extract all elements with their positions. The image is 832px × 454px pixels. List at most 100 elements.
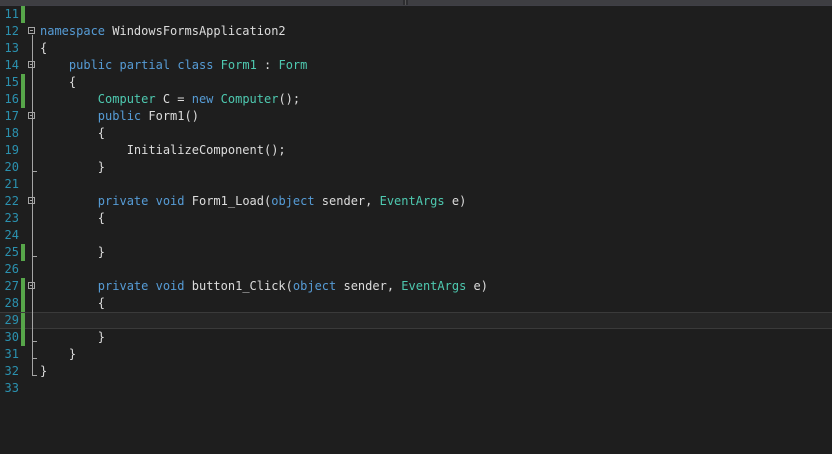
text-token: { (40, 75, 77, 89)
line-number: 28 (4, 296, 19, 310)
code-line[interactable]: 12 namespace WindowsFormsApplication2 (0, 23, 832, 40)
code-line[interactable]: 27 private void button1_Click(object sen… (0, 278, 832, 295)
change-indicator (21, 295, 25, 312)
text-token: { (40, 211, 106, 225)
code-line[interactable]: 16 Computer C = new Computer(); (0, 91, 832, 108)
outline-guide-end (32, 375, 37, 376)
text-token: Form1() (141, 109, 199, 123)
line-number: 27 (4, 279, 19, 293)
type-token: Form (278, 58, 308, 72)
code-line[interactable]: 30 } (0, 329, 832, 346)
code-line[interactable]: 13 { (0, 40, 832, 57)
change-indicator (21, 278, 25, 295)
code-line[interactable]: 20 } (0, 159, 832, 176)
current-line[interactable]: 29 (0, 312, 832, 330)
code-line[interactable]: 33 (0, 380, 832, 397)
text-token: sender, (314, 194, 380, 208)
text-token: button1_Click( (184, 279, 293, 293)
text-token: sender, (336, 279, 402, 293)
code-text: { (40, 40, 47, 57)
code-line[interactable]: 19 InitializeComponent(); (0, 142, 832, 159)
outline-guide-end (32, 171, 37, 172)
code-text: { (40, 125, 105, 142)
keyword-token: public (68, 58, 113, 72)
type-token: Form1 (220, 58, 257, 72)
code-text: private void Form1_Load(object sender, E… (40, 193, 467, 210)
line-number: 11 (4, 7, 19, 21)
code-line[interactable]: 26 (0, 261, 832, 278)
text-token: } (40, 364, 48, 378)
line-number: 20 (4, 160, 19, 174)
code-text: public partial class Form1 : Form (40, 57, 307, 74)
text-token: } (40, 347, 77, 361)
code-line[interactable]: 18 { (0, 125, 832, 142)
line-number: 17 (4, 109, 19, 123)
code-text: InitializeComponent(); (40, 142, 286, 159)
code-text: } (40, 363, 47, 380)
change-indicator (21, 313, 25, 330)
keyword-token: new (191, 92, 214, 106)
line-number: 24 (4, 228, 19, 242)
code-text: public Form1() (40, 108, 199, 125)
code-line[interactable]: 21 (0, 176, 832, 193)
outline-guide (32, 205, 33, 256)
line-number: 29 (4, 313, 19, 327)
text-token: (); (278, 92, 301, 106)
line-number: 22 (4, 194, 19, 208)
document-tab-right[interactable] (408, 0, 832, 5)
line-number: 32 (4, 364, 19, 378)
line-number: 18 (4, 126, 19, 140)
code-line[interactable]: 11 (0, 6, 832, 23)
keyword-token: private (97, 279, 149, 293)
keyword-token: void (155, 279, 185, 293)
outline-guide (32, 290, 33, 341)
type-token: EventArgs (401, 279, 467, 293)
code-line[interactable]: 14 public partial class Form1 : Form (0, 57, 832, 74)
text-token: { (40, 41, 48, 55)
line-number: 23 (4, 211, 19, 225)
change-indicator (21, 74, 25, 91)
code-text: } (40, 244, 105, 261)
text-token: e) (466, 279, 488, 293)
code-line[interactable]: 22 private void Form1_Load(object sender… (0, 193, 832, 210)
keyword-token: object (292, 279, 337, 293)
text-token: Form1_Load( (184, 194, 272, 208)
keyword-token: private (97, 194, 149, 208)
code-line[interactable]: 25 } (0, 244, 832, 261)
keyword-token: partial (119, 58, 171, 72)
code-editor[interactable]: 11 12 namespace WindowsFormsApplication2 13… (0, 6, 832, 454)
text-token: } (40, 245, 106, 259)
code-line[interactable]: 32} (0, 363, 832, 380)
document-tab-left[interactable] (0, 0, 403, 5)
type-token: Computer (97, 92, 156, 106)
line-number: 12 (4, 24, 19, 38)
code-text: { (40, 74, 76, 91)
code-text: } (40, 329, 105, 346)
keyword-token: namespace (40, 24, 106, 38)
type-token: EventArgs (379, 194, 445, 208)
collapse-icon[interactable] (28, 27, 35, 34)
tab-separator (405, 0, 406, 5)
code-line[interactable]: 17 public Form1() (0, 108, 832, 125)
code-line[interactable]: 23 { (0, 210, 832, 227)
code-line[interactable]: 28 { (0, 295, 832, 312)
line-number: 15 (4, 75, 19, 89)
code-line[interactable]: 15 { (0, 74, 832, 91)
keyword-token: object (271, 194, 315, 208)
line-number: 19 (4, 143, 19, 157)
text-token: WindowsFormsApplication2 (105, 24, 286, 38)
code-line[interactable]: 31 } (0, 346, 832, 363)
code-line[interactable]: 24 (0, 227, 832, 244)
text-token: { (40, 126, 106, 140)
text-token: } (40, 160, 106, 174)
code-text: { (40, 295, 105, 312)
line-number: 33 (4, 381, 19, 395)
